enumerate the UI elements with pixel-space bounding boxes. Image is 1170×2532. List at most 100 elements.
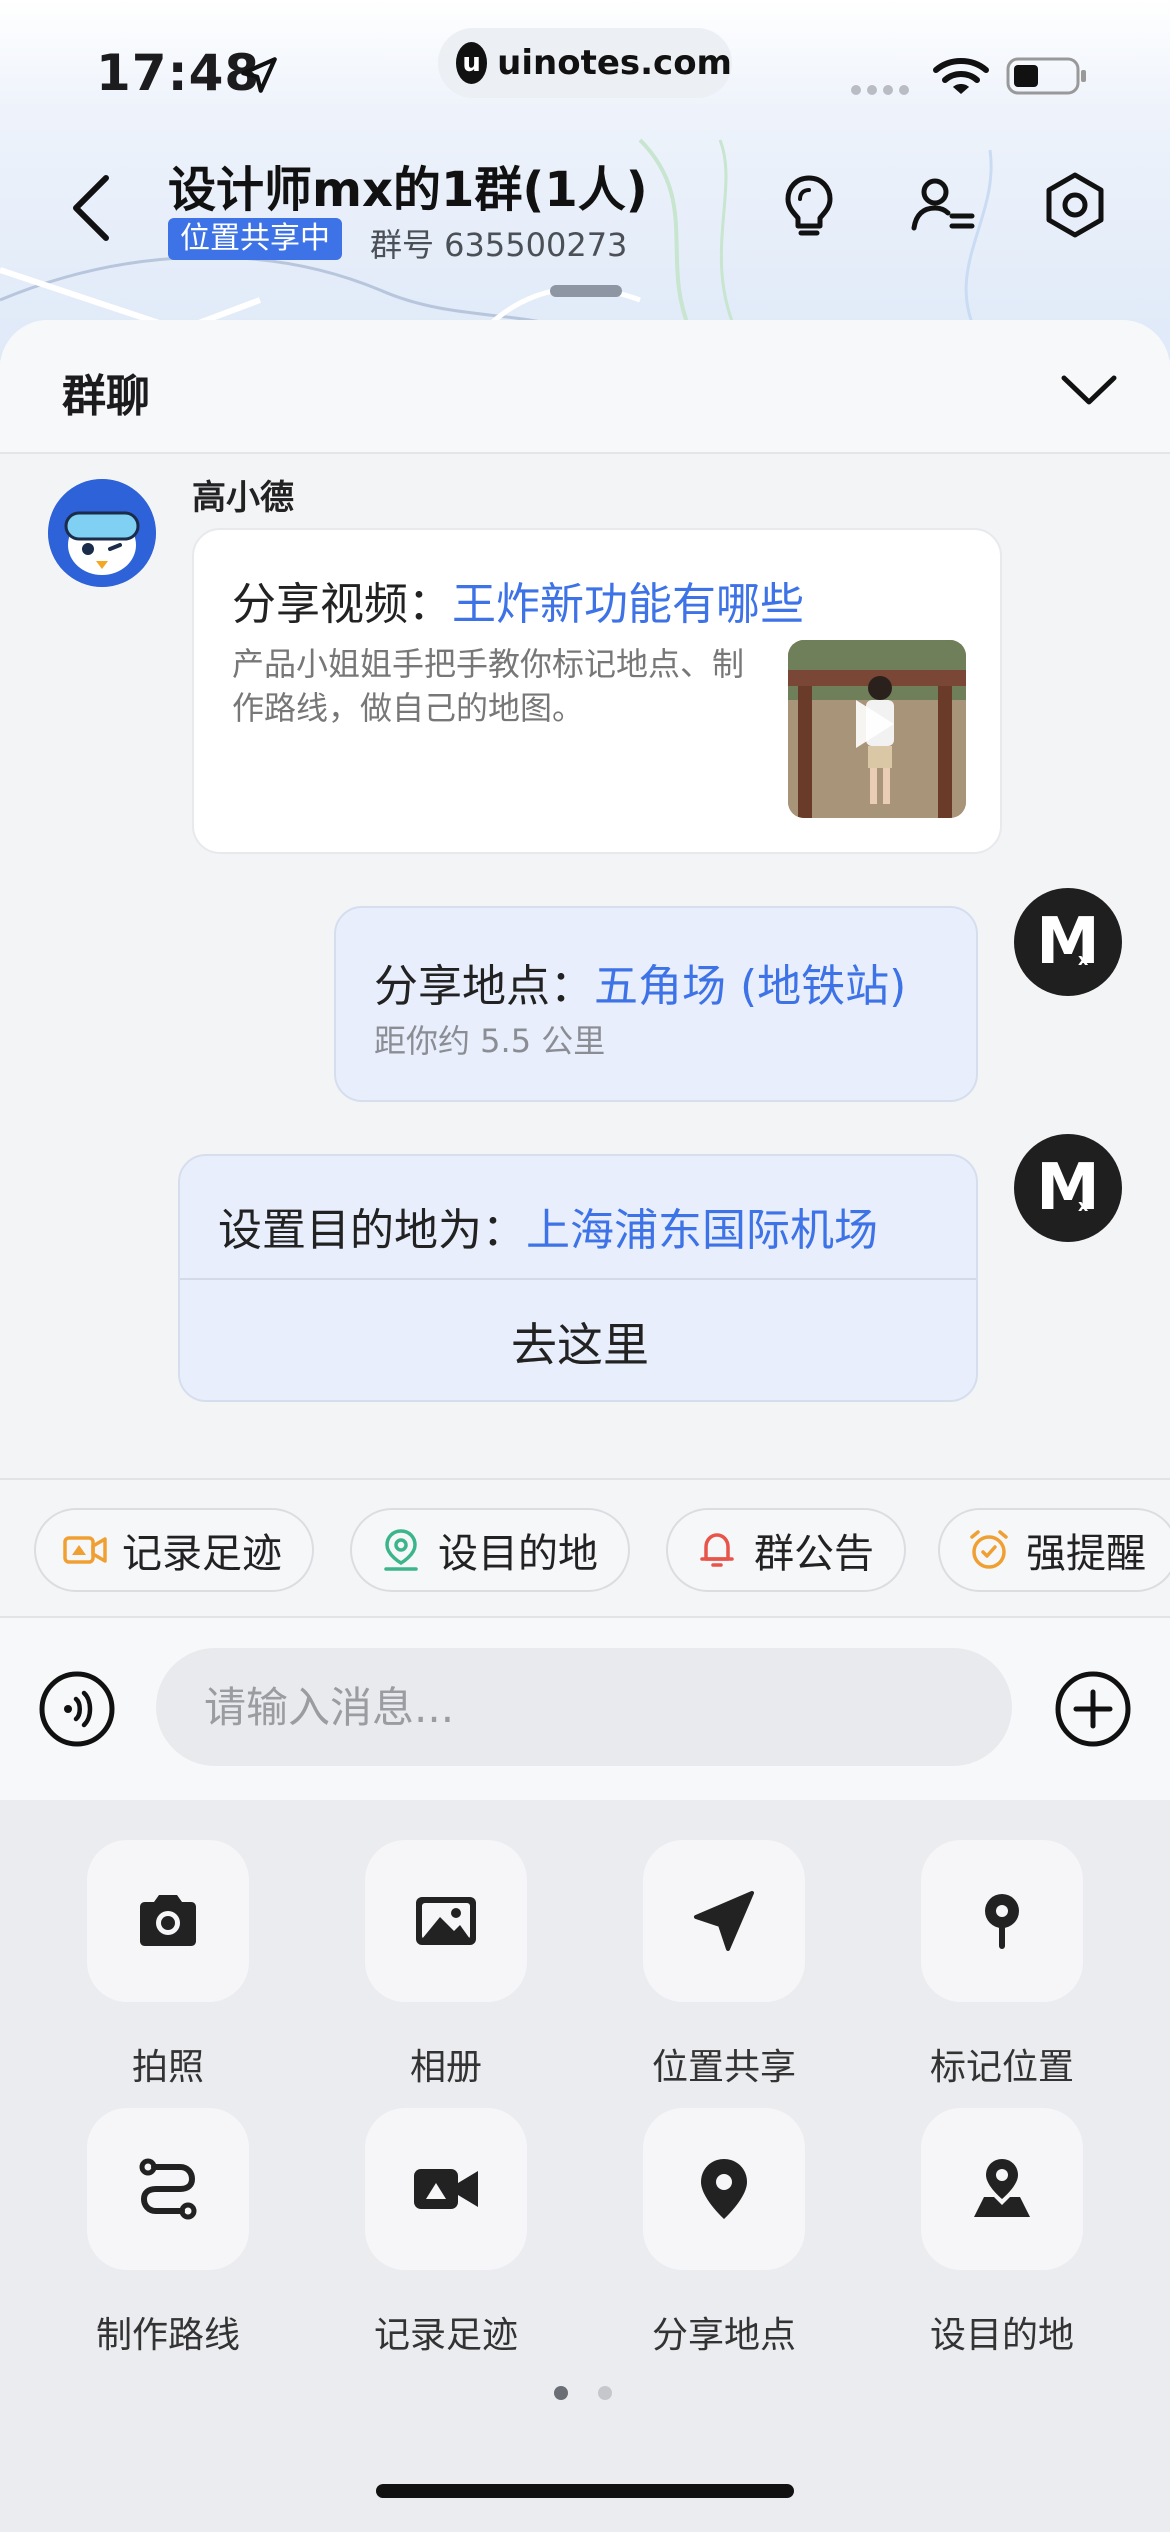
tool-tile[interactable] [87,2108,249,2270]
mascot-avatar-icon [48,479,156,587]
message-list[interactable]: 高小德 分享视频：王炸新功能有哪些 产品小姐姐手把手教你标记地点、制作路线，做自… [0,454,1170,1478]
chip-set-destination[interactable]: 设目的地 [350,1508,630,1592]
destination-card[interactable]: 设置目的地为：上海浦东国际机场 去这里 [178,1154,978,1402]
avatar[interactable]: Mx [1014,1134,1122,1242]
photo-album-icon [416,1897,476,1945]
place-title-line: 分享地点：五角场 (地铁站) [374,950,906,1014]
voice-input-icon[interactable] [38,1670,116,1748]
tool-label: 设目的地 [929,2315,1074,2356]
chip-announcement[interactable]: 群公告 [666,1508,906,1592]
location-sharing-badge: 位置共享中 [168,218,342,260]
chat-sheet: 群聊 高小德 分享视频：王炸新功能有哪些 产品小姐姐手把手教你标记地点、制作路线… [0,320,1170,2532]
sheet-title: 群聊 [62,371,150,422]
message-prefix: 设置目的地为： [218,1205,526,1256]
lightbulb-icon[interactable] [774,170,844,240]
place-distance: 距你约 5.5 公里 [374,1022,606,1060]
tool-tile[interactable] [921,1840,1083,2002]
tool-tile[interactable] [365,1840,527,2002]
video-thumbnail[interactable] [788,640,966,818]
tool-label: 相册 [409,2047,482,2088]
avatar[interactable]: Mx [1014,888,1122,996]
group-number: 群号 635500273 [370,226,628,264]
tool-share-place[interactable]: 分享地点 [614,2108,834,2358]
tool-tile[interactable] [643,1840,805,2002]
tools-panel: 拍照 相册 位置共享 标记位置 制作路线 记录足迹 分享地点 设目的地 [0,1800,1170,2532]
clock: 17:48 [96,44,261,102]
tool-album[interactable]: 相册 [336,1840,556,2090]
tool-tile[interactable] [365,2108,527,2270]
destination-title-line: 设置目的地为：上海浦东国际机场 [218,1194,878,1258]
place-link[interactable]: 五角场 (地铁站) [594,961,906,1012]
tool-camera[interactable]: 拍照 [58,1840,278,2090]
alarm-clock-icon [970,1530,1008,1569]
chevron-down-icon[interactable] [1060,370,1118,410]
back-arrow-icon[interactable] [62,168,122,248]
page-dot-active[interactable] [554,2386,568,2400]
page-dot[interactable] [598,2386,612,2400]
message-input[interactable] [156,1648,1012,1766]
video-description: 产品小姐姐手把手教你标记地点、制作路线，做自己的地图。 [232,645,745,727]
avatar-logo-icon: M [1036,905,1100,979]
plus-circle-icon[interactable] [1054,1670,1132,1748]
status-bar: 17:48 u uinotes.com [0,0,1170,140]
avatar-logo-mark: x [1078,1196,1089,1215]
chip-strong-reminder[interactable]: 强提醒 [938,1508,1170,1592]
url-pill[interactable]: u uinotes.com [438,28,732,98]
tool-label: 标记位置 [929,2047,1074,2088]
tool-tile[interactable] [921,2108,1083,2270]
navigation-arrow-icon [694,1891,754,1951]
site-logo-icon: u [456,42,488,84]
avatar[interactable] [48,479,156,587]
location-arrow-icon [241,57,277,93]
member-list-icon[interactable] [908,170,978,240]
tool-mark-location[interactable]: 标记位置 [892,1840,1112,2090]
avatar-logo-icon: M [1036,1151,1100,1225]
video-camera-icon [63,1536,107,1564]
sheet-header: 群聊 [0,320,1170,454]
composer [0,1618,1170,1800]
video-link[interactable]: 王炸新功能有哪些 [452,579,804,630]
tool-label: 分享地点 [651,2315,796,2356]
go-here-button[interactable]: 去这里 [180,1280,976,1400]
video-camera-icon [414,2169,478,2209]
tool-tile[interactable] [643,2108,805,2270]
shared-video-card[interactable]: 分享视频：王炸新功能有哪些 产品小姐姐手把手教你标记地点、制作路线，做自己的地图… [192,528,1002,854]
bell-icon [700,1533,734,1567]
avatar-logo-mark: x [1078,950,1089,969]
tool-make-route[interactable]: 制作路线 [58,2108,278,2358]
message-prefix: 分享视频： [232,579,452,630]
drag-handle[interactable] [550,285,622,297]
quick-action-bar[interactable]: 记录足迹 设目的地 群公告 强提醒 [0,1478,1170,1618]
tool-record-track[interactable]: 记录足迹 [336,2108,556,2358]
location-pin-icon [701,2159,747,2219]
tool-label: 制作路线 [95,2315,240,2356]
chip-record-track[interactable]: 记录足迹 [34,1508,314,1592]
shared-place-card[interactable]: 分享地点：五角场 (地铁站) 距你约 5.5 公里 [334,906,978,1102]
wifi-icon [933,58,989,94]
person-pin-icon [974,2159,1030,2217]
camera-icon [140,1895,196,1946]
play-icon[interactable] [856,700,894,748]
sender-name: 高小德 [192,478,294,518]
tool-location-share[interactable]: 位置共享 [614,1840,834,2090]
map-marker-icon [985,1894,1019,1949]
cellular-signal-icon [851,85,909,95]
tool-set-destination[interactable]: 设目的地 [892,2108,1112,2358]
battery-icon [1006,57,1086,95]
settings-hexagon-icon[interactable] [1040,170,1110,240]
tool-label: 记录足迹 [373,2315,518,2356]
chip-label: 设目的地 [438,1531,598,1577]
video-title-line: 分享视频：王炸新功能有哪些 [232,568,804,632]
route-icon [139,2158,197,2220]
chip-label: 记录足迹 [122,1531,282,1577]
tool-label: 位置共享 [651,2047,796,2088]
tool-tile[interactable] [87,1840,249,2002]
home-indicator[interactable] [376,2484,794,2498]
chip-label: 群公告 [754,1531,874,1577]
group-title: 设计师mx的1群(1人) [168,162,648,218]
location-pin-icon [384,1529,418,1571]
message-prefix: 分享地点： [374,961,594,1012]
destination-link[interactable]: 上海浦东国际机场 [526,1205,878,1256]
chip-label: 强提醒 [1026,1531,1146,1577]
page-indicator[interactable] [554,2386,624,2402]
